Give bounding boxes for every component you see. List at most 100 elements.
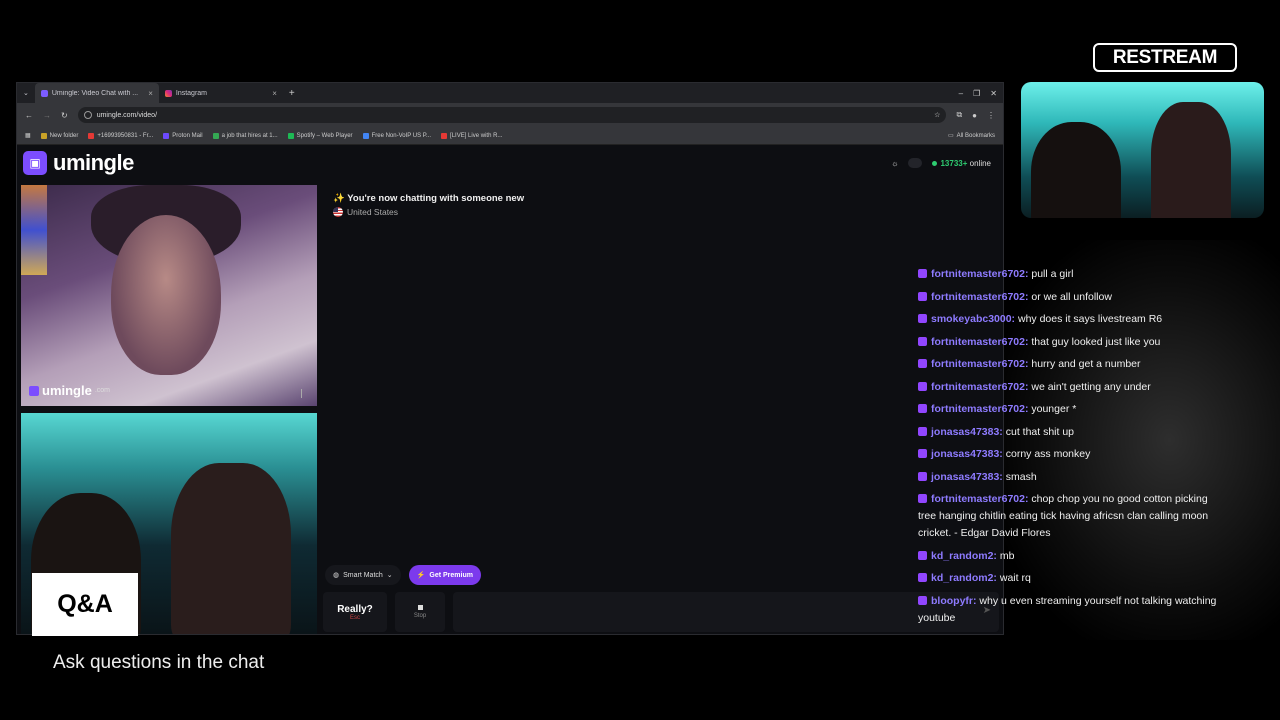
site-info-icon[interactable] xyxy=(83,111,92,119)
streamer-camera xyxy=(1021,82,1264,218)
esc-hint: Esc xyxy=(349,614,360,621)
logo-text: umingle xyxy=(53,150,134,175)
stranger-video: umingle .com xyxy=(21,185,317,406)
twitch-icon xyxy=(918,449,927,458)
chat-username: fortnitemaster6702: xyxy=(931,380,1029,393)
chat-bubble-icon: ▣ xyxy=(23,151,47,175)
close-tab-icon[interactable]: × xyxy=(272,89,277,98)
chat-message: kd_random2: wait rq xyxy=(918,570,1228,587)
get-premium-button[interactable]: ⚡ Get Premium xyxy=(408,565,481,585)
all-bookmarks[interactable]: ▭ All Bookmarks xyxy=(947,132,995,140)
stop-button[interactable]: Stop xyxy=(395,592,445,632)
bookmark-favicon-icon xyxy=(287,132,294,139)
person-silhouette xyxy=(171,463,291,634)
browser-toolbar: ← → ↻ umingle.com/video/ ☆ ⧉ ● ⋮ xyxy=(17,103,1003,127)
bookmark-star-icon[interactable]: ☆ xyxy=(934,111,940,119)
folder-icon xyxy=(40,132,47,139)
twitch-icon xyxy=(918,494,927,503)
chat-message: fortnitemaster6702: or we all unfollow xyxy=(918,289,1228,306)
chat-username: fortnitemaster6702: xyxy=(931,268,1029,280)
us-flag-icon xyxy=(333,207,343,217)
chat-message: jonasas47383: cut that shit up xyxy=(918,424,1228,441)
person-silhouette xyxy=(1151,102,1231,218)
watermark-logo-icon xyxy=(29,385,39,396)
bookmark-item[interactable]: [LIVE] Live with R... xyxy=(441,132,502,139)
close-tab-icon[interactable]: × xyxy=(148,89,153,98)
chat-text: corny ass monkey xyxy=(1005,448,1091,460)
match-options: ◍ Smart Match ⌄ ⚡ Get Premium xyxy=(325,565,481,585)
skip-button[interactable]: Really? Esc xyxy=(323,592,387,632)
bookmark-favicon-icon xyxy=(88,132,95,139)
tab-umingle[interactable]: Umingle: Video Chat with ... × xyxy=(34,83,159,103)
stream-chat-overlay: fortnitemaster6702: pull a girl fortnitem… xyxy=(918,266,1228,632)
restore-icon[interactable]: ❐ xyxy=(973,89,980,98)
header-right: ☼ 13733+ online xyxy=(891,158,997,168)
tab-search-icon[interactable]: ⌄ xyxy=(17,89,35,97)
twitch-icon xyxy=(918,471,927,481)
now-chatting-text: ✨ You're now chatting with someone new xyxy=(333,193,525,204)
bookmark-item[interactable]: Free Non-VoIP US P... xyxy=(362,132,432,139)
extensions-icon[interactable]: ⧉ xyxy=(956,110,962,120)
bookmark-label: a job that hires at 1... xyxy=(221,132,278,139)
minimize-icon[interactable]: – xyxy=(959,89,963,98)
chat-text: wait rq xyxy=(999,572,1031,584)
tab-label: Umingle: Video Chat with ... xyxy=(51,89,139,97)
chat-text: mb xyxy=(999,549,1015,562)
tab-label: Instagram xyxy=(175,89,207,97)
watermark-text: umingle xyxy=(42,383,92,398)
close-window-icon[interactable]: ✕ xyxy=(990,89,997,98)
theme-icon[interactable]: ☼ xyxy=(891,159,898,168)
chat-message: jonasas47383: corny ass monkey xyxy=(918,446,1228,463)
chat-message: fortnitemaster6702: chop chop you no goo… xyxy=(918,491,1228,542)
umingle-logo[interactable]: ▣ umingle xyxy=(23,150,134,176)
profile-icon[interactable]: ● xyxy=(972,111,977,120)
url-text: umingle.com/video/ xyxy=(96,111,158,119)
bookmark-favicon-icon xyxy=(362,132,369,139)
chat-username: fortnitemaster6702: xyxy=(931,290,1029,303)
chat-text: cut that shit up xyxy=(1005,425,1075,438)
stranger-country: United States xyxy=(333,207,989,217)
twitch-icon xyxy=(918,550,927,560)
new-tab-button[interactable]: + xyxy=(283,88,301,99)
folder-icon: ▭ xyxy=(947,133,954,139)
watermark-suffix: .com xyxy=(94,387,111,394)
twitch-icon xyxy=(918,336,927,346)
chat-username: smokeyabc3000: xyxy=(931,313,1016,325)
report-flag-icon[interactable] xyxy=(301,389,309,398)
all-bookmarks-label: All Bookmarks xyxy=(956,132,995,139)
address-bar[interactable]: umingle.com/video/ ☆ xyxy=(77,107,947,123)
chat-text: younger * xyxy=(1031,403,1077,415)
twitch-icon xyxy=(918,291,927,301)
chat-message: fortnitemaster6702: hurry and get a numb… xyxy=(918,356,1228,373)
menu-icon[interactable]: ⋮ xyxy=(987,111,995,120)
globe-icon: ◍ xyxy=(333,572,340,579)
bookmark-item[interactable]: New folder xyxy=(40,132,79,139)
bookmark-label: New folder xyxy=(49,132,79,139)
twitch-icon xyxy=(918,595,927,605)
apps-icon[interactable]: ▦ xyxy=(25,132,31,139)
bookmark-item[interactable]: +16993950831 - Fr... xyxy=(88,132,153,139)
stop-icon xyxy=(417,605,423,610)
stop-label: Stop xyxy=(413,613,427,619)
smart-match-dropdown[interactable]: ◍ Smart Match ⌄ xyxy=(325,565,401,585)
tab-instagram[interactable]: Instagram × xyxy=(159,83,283,103)
bookmark-favicon-icon xyxy=(212,132,219,139)
online-dot-icon xyxy=(932,160,938,166)
twitch-icon xyxy=(918,314,927,323)
chat-username: fortnitemaster6702: xyxy=(931,358,1029,370)
chat-username: fortnitemaster6702: xyxy=(931,493,1029,505)
theme-toggle[interactable] xyxy=(908,158,923,168)
chat-username: bloopyfr: xyxy=(931,594,977,607)
background-lights xyxy=(21,185,47,275)
forward-icon[interactable]: → xyxy=(43,111,51,120)
chat-message: fortnitemaster6702: pull a girl xyxy=(918,266,1228,283)
bookmark-label: Free Non-VoIP US P... xyxy=(371,132,432,139)
bookmark-item[interactable]: Proton Mail xyxy=(163,132,203,139)
back-icon[interactable]: ← xyxy=(25,111,33,120)
bookmark-item[interactable]: a job that hires at 1... xyxy=(212,132,278,139)
reload-icon[interactable]: ↻ xyxy=(61,111,68,120)
chat-message: kd_random2: mb xyxy=(918,548,1228,565)
bookmark-item[interactable]: Spotify – Web Player xyxy=(287,132,353,139)
online-indicator: 13733+ online xyxy=(932,159,991,168)
smart-match-label: Smart Match xyxy=(343,571,383,579)
